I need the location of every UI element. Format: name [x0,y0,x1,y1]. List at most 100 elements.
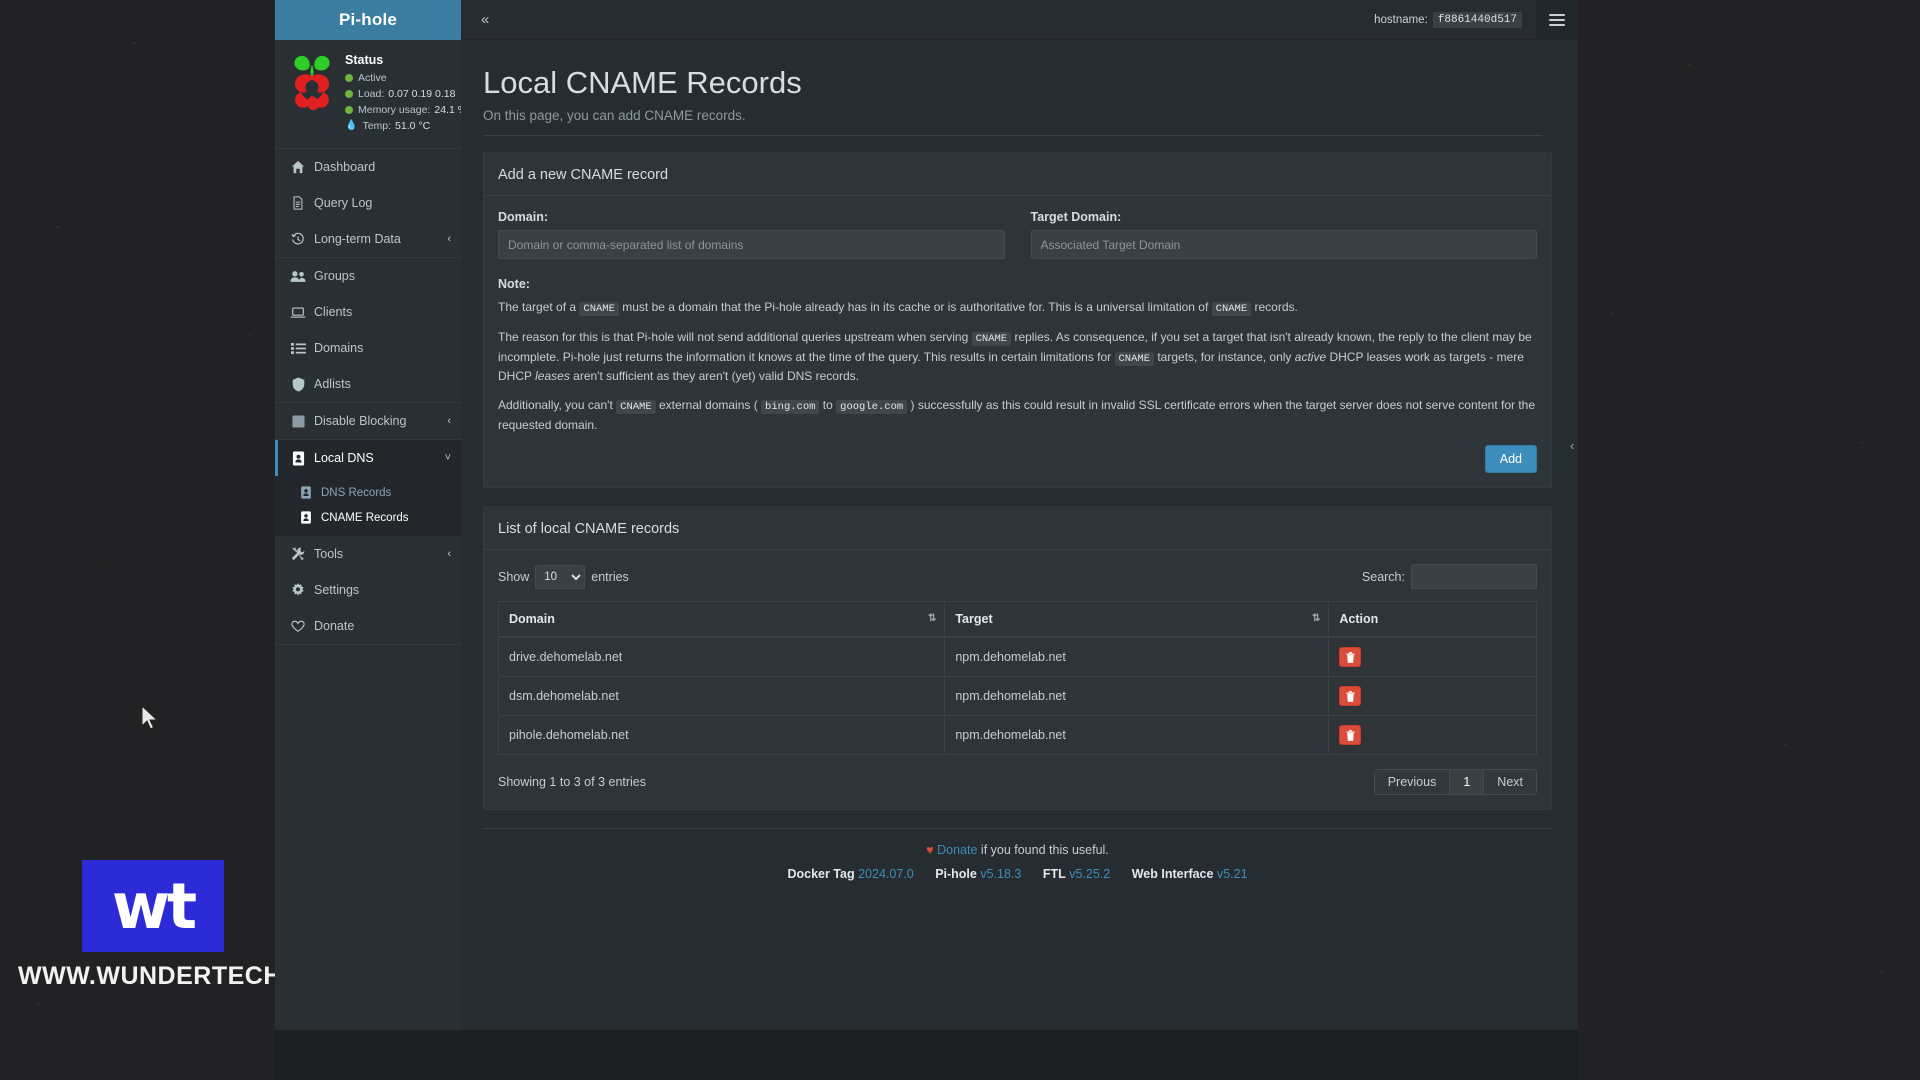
entries-select[interactable]: 102550100All [535,564,586,589]
trash-icon [1346,651,1355,663]
note-paragraph-2: The reason for this is that Pi-hole will… [498,328,1537,385]
delete-record-button[interactable] [1339,686,1362,707]
footer-separator [923,867,926,881]
cell-domain: drive.dehomelab.net [498,636,946,677]
topbar: « hostname: f8861440d517 [461,0,1578,40]
table-row: dsm.dehomelab.net npm.dehomelab.net [498,676,1537,716]
sidebar-item-query-log[interactable]: Query Log [275,185,461,221]
brand-label: Pi-hole [338,10,398,29]
search-input[interactable] [1411,564,1537,590]
entries-length-control: Show 102550100All entries [498,564,629,589]
chevron-left-icon: ‹ [447,547,451,560]
hamburger-menu-button[interactable] [1536,0,1578,40]
sidebar-item-donate[interactable]: Donate [275,608,461,644]
note-text: The target of a [498,300,580,315]
footer-donate-link[interactable]: Donate [937,843,977,857]
footer-versions: Docker Tag 2024.07.0 Pi-hole v5.18.3 FTL… [483,867,1552,881]
cell-action [1328,636,1537,677]
pagination: Previous 1 Next [1373,769,1537,796]
domain-form-group: Domain: [498,210,1005,260]
pagination-page-1[interactable]: 1 [1450,770,1485,795]
sidebar-item-adlists[interactable]: Adlists [275,366,461,402]
sidebar-item-long-term-data[interactable]: Long-term Data ‹ [275,221,461,257]
cell-action [1328,676,1537,716]
sidebar-item-tools[interactable]: Tools ‹ [275,536,461,572]
delete-record-button[interactable] [1339,725,1362,746]
sidebar-item-label: Settings [314,583,360,597]
trash-icon [1346,729,1355,741]
cname-list-box-header: List of local CNAME records [484,509,1551,551]
cname-records-table: Domain ⇅ Target ⇅ Action drive.dehomelab… [498,601,1537,756]
laptop-icon [288,306,308,319]
cell-target: npm.dehomelab.net [944,636,1330,677]
address-book-icon [297,486,315,499]
page-subtitle: On this page, you can add CNAME records. [483,108,1542,137]
cell-target: npm.dehomelab.net [944,715,1330,755]
footer-donate-tail: if you found this useful. [977,843,1109,858]
sidebar-item-groups[interactable]: Groups [275,258,461,294]
raspberry-pi-logo-icon [283,50,341,136]
table-row: drive.dehomelab.net npm.dehomelab.net [498,636,1537,677]
sidebar-subitem-label: DNS Records [321,486,392,499]
sidebar-item-settings[interactable]: Settings [275,572,461,608]
chevron-down-icon: ˅ [444,451,451,464]
status-temp-label: Temp: [362,120,392,132]
sidebar-item-local-dns[interactable]: Local DNS ˅ [275,440,461,476]
content-column: « hostname: f8861440d517 Local CNAME Rec… [461,0,1578,1080]
hostname-display: hostname: f8861440d517 [1374,11,1522,28]
cname-code-chip: CNAME [1114,351,1155,366]
column-label: Action [1339,612,1379,627]
status-active-label: Active [358,72,387,84]
status-temp-value: 51.0 °C [395,120,431,132]
users-icon [288,270,308,283]
footer-version-name: Docker Tag [787,867,855,882]
hostname-label: hostname: [1374,13,1428,26]
page-header: Local CNAME Records On this page, you ca… [461,40,1578,152]
green-dot-icon [345,106,353,114]
sidebar-collapse-button[interactable]: « [475,8,495,31]
add-cname-box-title: Add a new CNAME record [498,167,669,184]
footer-version-value[interactable]: v5.25.2 [1066,867,1110,881]
page-content: Add a new CNAME record Domain: Target Do… [461,152,1578,1080]
note-paragraph-1: The target of a CNAME must be a domain t… [498,298,1537,317]
sidebar-item-dns-records[interactable]: DNS Records [275,480,461,505]
column-header-domain[interactable]: Domain ⇅ [498,601,946,639]
sidebar-subitem-label: CNAME Records [321,511,409,524]
sidebar-item-domains[interactable]: Domains [275,330,461,366]
drawer-edge-handle[interactable]: ‹ [1570,432,1578,458]
footer-version-name: FTL [1042,867,1066,882]
sidebar-item-dashboard[interactable]: Dashboard [275,149,461,185]
add-button[interactable]: Add [1484,445,1537,474]
target-domain-form-group: Target Domain: [1030,210,1537,260]
note-emphasis: active [1294,349,1327,364]
note-text: The reason for this is that Pi-hole will… [498,330,972,345]
home-icon [288,160,308,174]
footer-version-value[interactable]: 2024.07.0 [855,867,914,881]
target-domain-input[interactable] [1030,230,1537,260]
cname-list-box-title: List of local CNAME records [498,521,680,538]
heart-icon: ♥ [926,843,934,858]
pagination-next[interactable]: Next [1484,770,1536,795]
green-dot-icon [345,74,353,82]
hamburger-icon [1549,11,1565,29]
hostname-value: f8861440d517 [1432,11,1522,28]
column-label: Domain [509,612,555,627]
domain-input[interactable] [498,230,1005,260]
tools-icon [288,547,308,561]
sidebar-item-cname-records[interactable]: CNAME Records [275,505,461,530]
sidebar-item-label: Dashboard [314,160,376,174]
sidebar-item-clients[interactable]: Clients [275,294,461,330]
pagination-previous[interactable]: Previous [1374,770,1451,795]
add-cname-box: Add a new CNAME record Domain: Target Do… [483,152,1552,489]
show-label: Show [498,569,530,584]
table-info: Showing 1 to 3 of 3 entries [498,775,647,790]
brand-logo[interactable]: Pi-hole [275,0,461,40]
add-button-row: Add [498,445,1537,474]
footer-version-value[interactable]: v5.21 [1213,867,1248,881]
column-header-target[interactable]: Target ⇅ [944,601,1330,639]
delete-record-button[interactable] [1339,647,1362,668]
nav-group-blocking: Disable Blocking ‹ [275,403,461,440]
cname-list-box: List of local CNAME records Show 1025501… [483,506,1552,811]
sidebar-item-disable-blocking[interactable]: Disable Blocking ‹ [275,403,461,439]
footer-version-value[interactable]: v5.18.3 [977,867,1021,881]
